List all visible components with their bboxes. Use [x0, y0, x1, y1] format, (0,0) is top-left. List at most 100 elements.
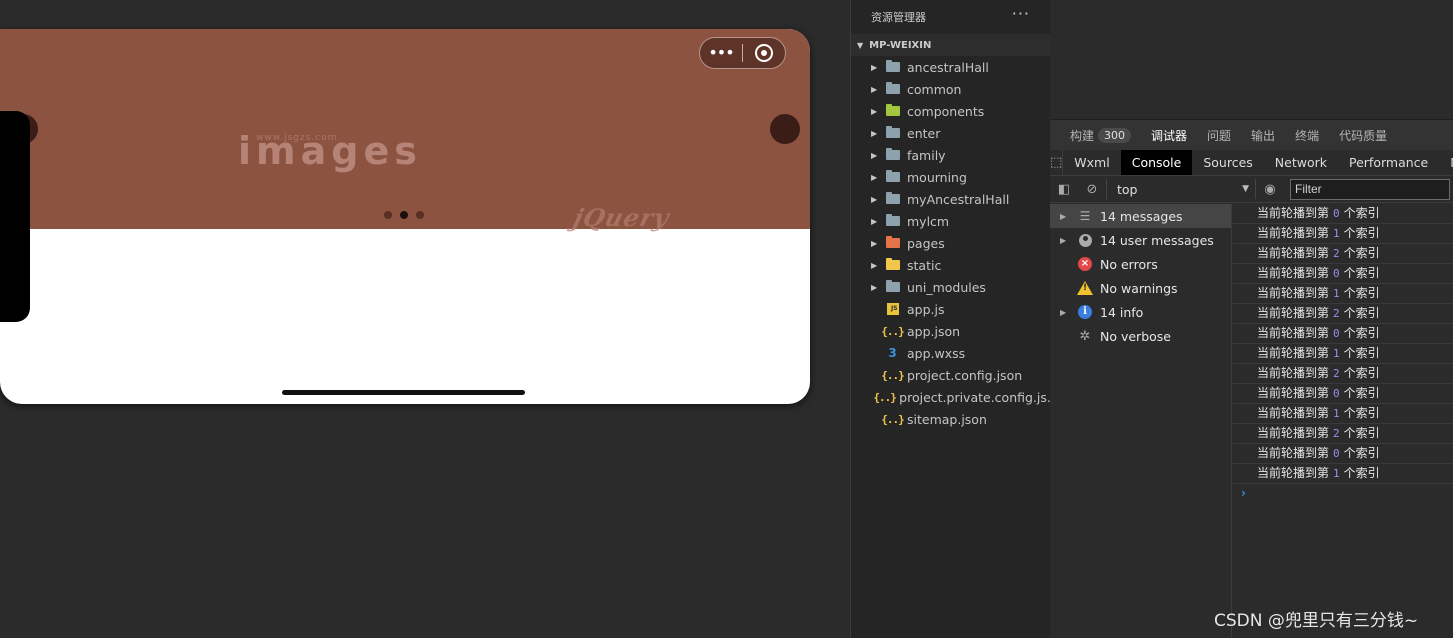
log-line: 当前轮播到第 2 个索引: [1233, 424, 1453, 444]
sidebar-toggle-icon[interactable]: ◧: [1050, 182, 1078, 197]
sidebar-item-info[interactable]: ▶ i 14 info: [1050, 300, 1231, 324]
tree-item-label: app.json: [907, 323, 961, 339]
sidebar-item-label: No errors: [1100, 256, 1158, 272]
devtools-top-tabs: 构建 300 调试器 问题 输出 终端 代码质量: [1050, 120, 1453, 150]
chevron-right-icon: ▶: [871, 62, 878, 72]
chevron-right-icon: ▶: [1060, 211, 1067, 221]
tree-item-mourning[interactable]: ▶ mourning: [851, 166, 1050, 188]
sidebar-item-warning[interactable]: ▶!No warnings: [1050, 276, 1231, 300]
chevron-right-icon: ▶: [871, 282, 878, 292]
devtools-top-area: [1050, 0, 1453, 120]
log-suffix: 个索引: [1343, 326, 1380, 340]
tab-m[interactable]: M: [1439, 150, 1453, 175]
tree-item-pages[interactable]: ▶ pages: [851, 232, 1050, 254]
tree-item-app-json[interactable]: ▶{..}app.json: [851, 320, 1050, 342]
tab-console[interactable]: Console: [1120, 150, 1193, 175]
project-root[interactable]: ▼ MP-WEIXIN: [851, 34, 1050, 56]
sidebar-item-user[interactable]: ▶ 14 user messages: [1050, 228, 1231, 252]
tree-item-label: family: [907, 147, 946, 163]
folder-icon: [885, 60, 900, 73]
folder-icon: [885, 104, 900, 117]
swiper-dot[interactable]: [416, 211, 424, 219]
tree-item-uni-modules[interactable]: ▶ uni_modules: [851, 276, 1050, 298]
tree-item-family[interactable]: ▶ family: [851, 144, 1050, 166]
log-suffix: 个索引: [1343, 266, 1380, 280]
sidebar-item-error[interactable]: ▶×No errors: [1050, 252, 1231, 276]
swiper-dot[interactable]: [384, 211, 392, 219]
tree-item-components[interactable]: ▶ components: [851, 100, 1050, 122]
tree-item-app-js[interactable]: ▶JSapp.js: [851, 298, 1050, 320]
console-prompt[interactable]: ›: [1233, 484, 1453, 504]
tree-item-app-wxss[interactable]: ▶3app.wxss: [851, 342, 1050, 364]
tree-item-enter[interactable]: ▶ enter: [851, 122, 1050, 144]
js-file-icon: JS: [885, 303, 900, 315]
eye-icon[interactable]: ◉: [1256, 182, 1284, 197]
devtools-panel-tabs: ⬚ WxmlConsoleSourcesNetworkPerformanceM: [1050, 150, 1453, 176]
swiper-banner[interactable]: images www.jsgzs.com jQuery •••: [0, 29, 810, 232]
explorer-more-icon[interactable]: ···: [1012, 6, 1030, 22]
log-suffix: 个索引: [1343, 466, 1380, 480]
log-line: 当前轮播到第 0 个索引: [1233, 264, 1453, 284]
chevron-right-icon: ▶: [871, 172, 878, 182]
tree-item-project-private-config-js[interactable]: ▶{..}project.private.config.js...: [851, 386, 1050, 408]
tree-item-project-config-json[interactable]: ▶{..}project.config.json: [851, 364, 1050, 386]
json-file-icon: {..}: [881, 412, 904, 426]
log-line: 当前轮播到第 1 个索引: [1233, 344, 1453, 364]
mini-program-capsule: •••: [699, 37, 786, 69]
sidebar-item-label: 14 user messages: [1100, 232, 1214, 248]
tab-wxml[interactable]: Wxml: [1063, 150, 1120, 175]
tab-sources[interactable]: Sources: [1192, 150, 1263, 175]
chevron-right-icon: ▶: [871, 260, 878, 270]
tree-item-static[interactable]: ▶ static: [851, 254, 1050, 276]
more-options-icon[interactable]: •••: [700, 45, 742, 61]
tree-item-myancestralhall[interactable]: ▶ myAncestralHall: [851, 188, 1050, 210]
log-suffix: 个索引: [1343, 366, 1380, 380]
tab-top-1[interactable]: 调试器: [1151, 127, 1187, 144]
log-prefix: 当前轮播到第: [1257, 206, 1330, 220]
tab-performance[interactable]: Performance: [1338, 150, 1439, 175]
tab-top-2[interactable]: 问题: [1207, 127, 1231, 144]
sidebar-item-label: 14 messages: [1100, 208, 1183, 224]
tab-top-4[interactable]: 终端: [1295, 127, 1319, 144]
tree-item-label: pages: [907, 235, 945, 251]
log-line: 当前轮播到第 1 个索引: [1233, 404, 1453, 424]
tab-top-5[interactable]: 代码质量: [1339, 127, 1387, 144]
tab-label: 问题: [1207, 128, 1232, 143]
tree-item-sitemap-json[interactable]: ▶{..}sitemap.json: [851, 408, 1050, 430]
sidebar-item-verbose[interactable]: ▶✲No verbose: [1050, 324, 1231, 348]
tab-network[interactable]: Network: [1264, 150, 1338, 175]
close-mini-program-button[interactable]: [743, 44, 785, 62]
swiper-next-button[interactable]: [770, 114, 800, 144]
clear-console-icon[interactable]: ⊘: [1078, 182, 1106, 197]
chevron-right-icon: ▶: [871, 106, 878, 116]
inspect-element-icon[interactable]: ⬚: [1050, 150, 1064, 175]
context-select[interactable]: top ▼: [1106, 179, 1256, 199]
swiper-dot[interactable]: [400, 211, 408, 219]
log-index: 0: [1333, 447, 1340, 460]
target-icon: [755, 44, 773, 62]
log-line: 当前轮播到第 0 个索引: [1233, 384, 1453, 404]
explorer-header: 资源管理器 ···: [851, 0, 1050, 34]
log-index: 0: [1333, 207, 1340, 220]
tree-item-label: components: [907, 103, 985, 119]
chevron-right-icon: ▶: [871, 150, 878, 160]
log-suffix: 个索引: [1343, 346, 1380, 360]
folder-icon: [885, 258, 900, 271]
tab-top-3[interactable]: 输出: [1251, 127, 1275, 144]
log-index: 1: [1333, 347, 1340, 360]
tab-label: 构建: [1070, 128, 1095, 143]
tree-item-mylcm[interactable]: ▶ mylcm: [851, 210, 1050, 232]
log-line: 当前轮播到第 0 个索引: [1233, 444, 1453, 464]
log-prefix: 当前轮播到第: [1257, 406, 1330, 420]
sidebar-item-list[interactable]: ▶ ☰ 14 messages: [1050, 204, 1231, 228]
tree-item-common[interactable]: ▶ common: [851, 78, 1050, 100]
log-index: 0: [1333, 387, 1340, 400]
log-suffix: 个索引: [1343, 426, 1380, 440]
filter-input[interactable]: [1290, 178, 1450, 200]
tab-top-0[interactable]: 构建 300: [1070, 127, 1132, 144]
tree-item-ancestralhall[interactable]: ▶ ancestralHall: [851, 56, 1050, 78]
log-prefix: 当前轮播到第: [1257, 246, 1330, 260]
tree-item-label: mourning: [907, 169, 967, 185]
log-prefix: 当前轮播到第: [1257, 466, 1330, 480]
folder-icon: [885, 148, 900, 161]
